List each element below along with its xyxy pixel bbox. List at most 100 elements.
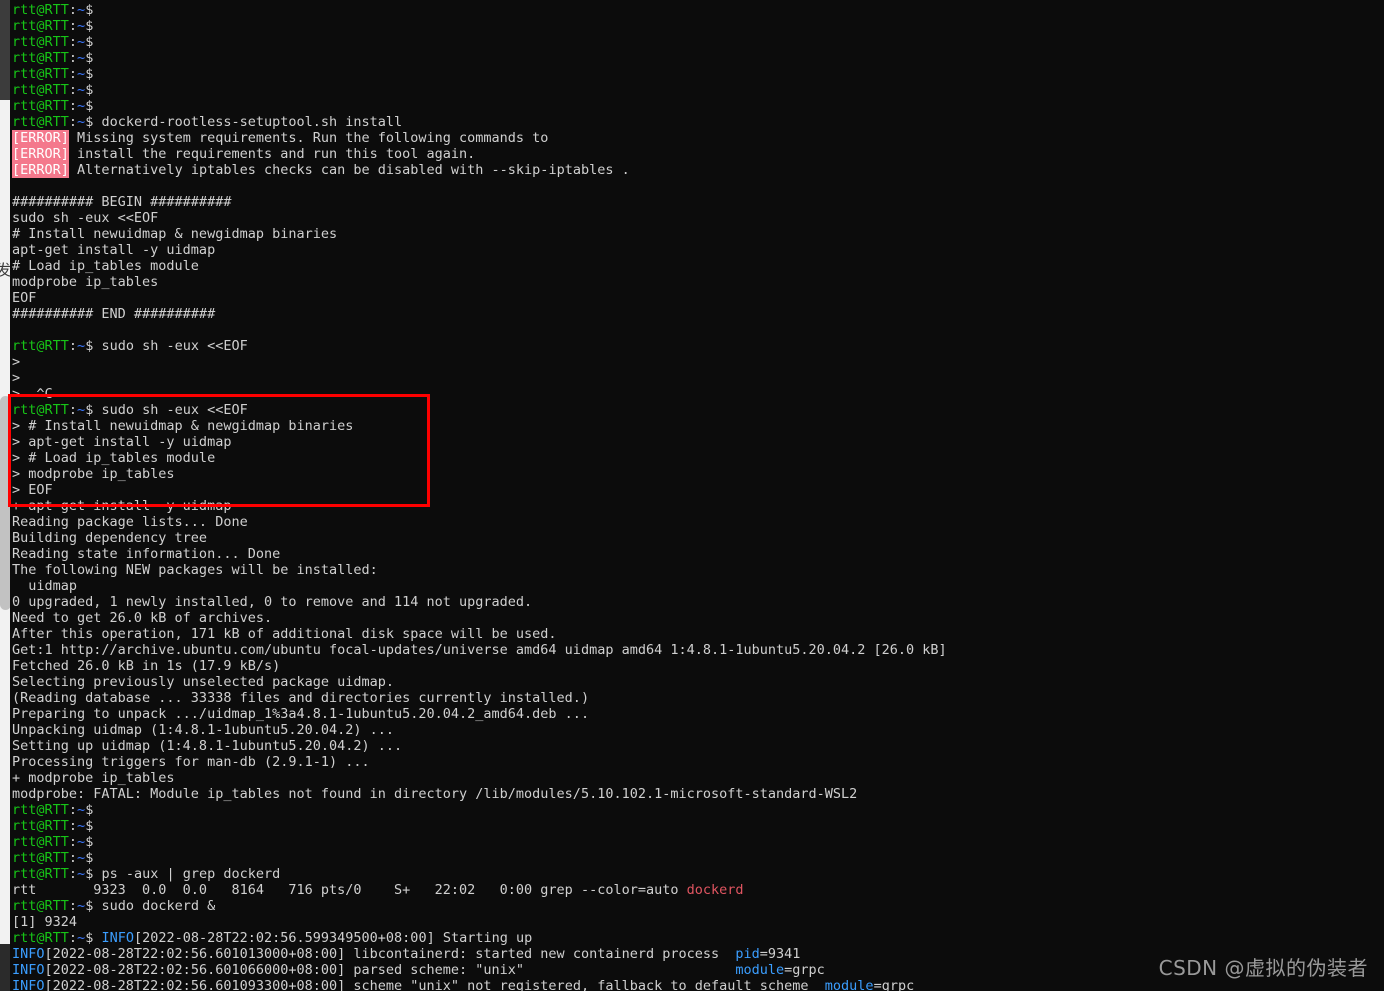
log-field-key: module: [824, 978, 874, 991]
terminal-line: apt-get install -y uidmap: [12, 242, 1382, 258]
terminal-text: modprobe ip_tables: [12, 274, 159, 290]
terminal-text: Get:1 http://archive.ubuntu.com/ubuntu f…: [12, 642, 947, 658]
terminal-line: rtt@RTT:~$: [12, 2, 1382, 18]
terminal-line: # Install newuidmap & newgidmap binaries: [12, 226, 1382, 242]
terminal-line: rtt@RTT:~$: [12, 82, 1382, 98]
error-badge: [ERROR]: [12, 162, 69, 178]
terminal-line: >: [12, 370, 1382, 386]
prompt-separator: :: [68, 82, 78, 98]
terminal-line: rtt@RTT:~$ INFO[2022-08-28T22:02:56.5993…: [12, 930, 1382, 946]
terminal-text: > # Install newuidmap & newgidmap binari…: [12, 418, 354, 434]
prompt-user-host: rtt@RTT: [12, 898, 69, 914]
terminal-text: Fetched 26.0 kB in 1s (17.9 kB/s): [12, 658, 281, 674]
log-field-key: pid: [735, 946, 760, 962]
terminal-line: > EOF: [12, 482, 1382, 498]
prompt-path: ~: [77, 50, 86, 66]
terminal-line: rtt@RTT:~$: [12, 34, 1382, 50]
terminal-line: > ^C: [12, 386, 1382, 402]
csdn-watermark: CSDN @虚拟的伪装者: [1158, 956, 1368, 980]
terminal-text: # Load ip_tables module: [12, 258, 199, 274]
prompt-user-host: rtt@RTT: [12, 402, 69, 418]
process-row-text: rtt 9323 0.0 0.0 8164 716 pts/0 S+ 22:02…: [12, 882, 687, 898]
terminal-line: modprobe: FATAL: Module ip_tables not fo…: [12, 786, 1382, 802]
terminal-line: rtt@RTT:~$: [12, 834, 1382, 850]
error-badge: [ERROR]: [12, 146, 69, 162]
prompt-path: ~: [77, 114, 86, 130]
terminal-line: ########## END ##########: [12, 306, 1382, 322]
terminal-text: Reading package lists... Done: [12, 514, 248, 530]
prompt-separator: :: [68, 898, 78, 914]
terminal-line: rtt@RTT:~$ sudo sh -eux <<EOF: [12, 338, 1382, 354]
terminal-line: >: [12, 354, 1382, 370]
prompt-symbol: $: [85, 18, 102, 34]
terminal-line: rtt 9323 0.0 0.0 8164 716 pts/0 S+ 22:02…: [12, 882, 1382, 898]
terminal-line: rtt@RTT:~$: [12, 850, 1382, 866]
prompt-user-host: rtt@RTT: [12, 338, 69, 354]
prompt-symbol: $: [85, 802, 102, 818]
terminal-line: Preparing to unpack .../uidmap_1%3a4.8.1…: [12, 706, 1382, 722]
prompt-separator: :: [68, 18, 78, 34]
terminal-line: + apt-get install -y uidmap: [12, 498, 1382, 514]
prompt-separator: :: [68, 802, 78, 818]
terminal-line: uidmap: [12, 578, 1382, 594]
prompt-symbol: $: [85, 114, 102, 130]
terminal-line: rtt@RTT:~$ dockerd-rootless-setuptool.sh…: [12, 114, 1382, 130]
terminal-command: sudo sh -eux <<EOF: [101, 338, 248, 354]
log-message: [2022-08-28T22:02:56.601066000+08:00] pa…: [44, 962, 736, 978]
terminal-text: Selecting previously unselected package …: [12, 674, 395, 690]
terminal-line: Need to get 26.0 kB of archives.: [12, 610, 1382, 626]
prompt-path: ~: [77, 802, 86, 818]
terminal-line: Building dependency tree: [12, 530, 1382, 546]
terminal-text: > # Load ip_tables module: [12, 450, 216, 466]
terminal-text: + apt-get install -y uidmap: [12, 498, 232, 514]
terminal-line: > modprobe ip_tables: [12, 466, 1382, 482]
terminal-line: Reading state information... Done: [12, 546, 1382, 562]
log-field-value: =grpc: [873, 978, 915, 991]
terminal-line: rtt@RTT:~$: [12, 818, 1382, 834]
prompt-symbol: $: [85, 82, 102, 98]
terminal-line: + modprobe ip_tables: [12, 770, 1382, 786]
terminal-window[interactable]: rtt@RTT:~$ rtt@RTT:~$ rtt@RTT:~$ rtt@RTT…: [10, 0, 1384, 991]
terminal-text: [1] 9324: [12, 914, 78, 930]
prompt-user-host: rtt@RTT: [12, 834, 69, 850]
terminal-text: > modprobe ip_tables: [12, 466, 175, 482]
prompt-user-host: rtt@RTT: [12, 82, 69, 98]
terminal-line: sudo sh -eux <<EOF: [12, 210, 1382, 226]
terminal-text: >: [12, 354, 29, 370]
log-field-value: =grpc: [784, 962, 825, 978]
prompt-separator: :: [68, 98, 78, 114]
prompt-symbol: $: [85, 98, 102, 114]
prompt-user-host: rtt@RTT: [12, 818, 69, 834]
terminal-line: [1] 9324: [12, 914, 1382, 930]
prompt-path: ~: [77, 850, 86, 866]
terminal-text: The following NEW packages will be insta…: [12, 562, 378, 578]
terminal-line: rtt@RTT:~$: [12, 66, 1382, 82]
prompt-path: ~: [77, 98, 86, 114]
prompt-path: ~: [77, 82, 86, 98]
terminal-command: sudo sh -eux <<EOF: [101, 402, 248, 418]
terminal-line: EOF: [12, 290, 1382, 306]
prompt-user-host: rtt@RTT: [12, 66, 69, 82]
terminal-command: dockerd-rootless-setuptool.sh install: [101, 114, 403, 130]
prompt-separator: :: [68, 834, 78, 850]
error-badge: [ERROR]: [12, 130, 69, 146]
terminal-line: ########## BEGIN ##########: [12, 194, 1382, 210]
terminal-line: (Reading database ... 33338 files and di…: [12, 690, 1382, 706]
prompt-path: ~: [77, 930, 86, 946]
terminal-line: [ERROR] Alternatively iptables checks ca…: [12, 162, 1382, 178]
prompt-separator: :: [68, 402, 78, 418]
terminal-line: rtt@RTT:~$: [12, 50, 1382, 66]
prompt-user-host: rtt@RTT: [12, 98, 69, 114]
terminal-text: modprobe: FATAL: Module ip_tables not fo…: [12, 786, 858, 802]
prompt-symbol: $: [85, 834, 102, 850]
terminal-line: Get:1 http://archive.ubuntu.com/ubuntu f…: [12, 642, 1382, 658]
terminal-text: After this operation, 171 kB of addition…: [12, 626, 557, 642]
terminal-text: > apt-get install -y uidmap: [12, 434, 232, 450]
prompt-separator: :: [68, 818, 78, 834]
prompt-path: ~: [77, 818, 86, 834]
terminal-text: Preparing to unpack .../uidmap_1%3a4.8.1…: [12, 706, 590, 722]
terminal-line: Reading package lists... Done: [12, 514, 1382, 530]
terminal-text: Processing triggers for man-db (2.9.1-1)…: [12, 754, 370, 770]
terminal-line: > apt-get install -y uidmap: [12, 434, 1382, 450]
